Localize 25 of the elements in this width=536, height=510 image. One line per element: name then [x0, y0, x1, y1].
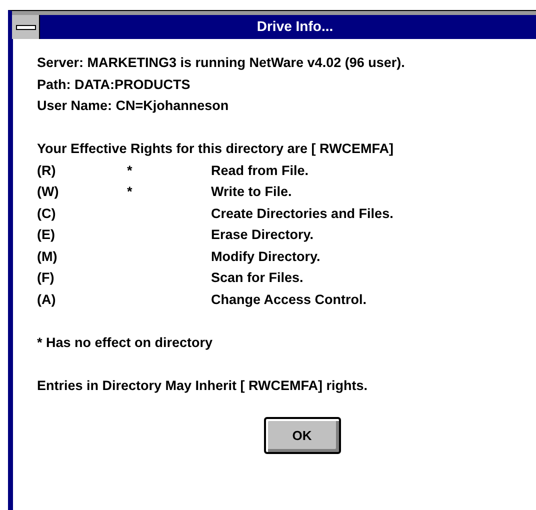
right-description: Modify Directory. — [211, 248, 322, 266]
info-text: User Name: CN=Kjohanneson — [37, 97, 230, 115]
right-code: (A) — [37, 290, 57, 309]
system-menu-icon[interactable] — [16, 24, 36, 30]
right-description: Write to File. — [211, 183, 293, 201]
ok-button[interactable]: OK — [264, 417, 340, 454]
right-code: (C) — [37, 204, 57, 223]
info-text: Path: DATA:PRODUCTS — [37, 76, 192, 94]
note-mark: * — [127, 183, 134, 201]
info-text: Server: MARKETING3 is running NetWare v4.02 (96 user). — [37, 54, 406, 72]
right-code: (M) — [37, 248, 58, 266]
inherit-note: Entries in Directory May Inherit [ RWCEMFA] rights. — [37, 376, 369, 395]
window-title: Drive Info... — [256, 17, 334, 36]
right-description: Scan for Files. — [211, 269, 304, 287]
right-description: Create Directories and Files. — [211, 204, 394, 222]
note-mark: * — [127, 162, 134, 180]
footnote: * Has no effect on directory — [37, 334, 214, 352]
rights-heading: Your Effective Rights for this directory are [ RWCEMFA] — [37, 140, 395, 158]
right-code: (F) — [37, 269, 56, 287]
right-code: (W) — [37, 183, 60, 201]
right-description: Change Access Control. — [211, 290, 368, 309]
right-description: Read from File. — [211, 162, 310, 180]
right-code: (R) — [37, 162, 57, 180]
right-code: (E) — [37, 226, 56, 244]
right-description: Erase Directory. — [211, 226, 315, 244]
